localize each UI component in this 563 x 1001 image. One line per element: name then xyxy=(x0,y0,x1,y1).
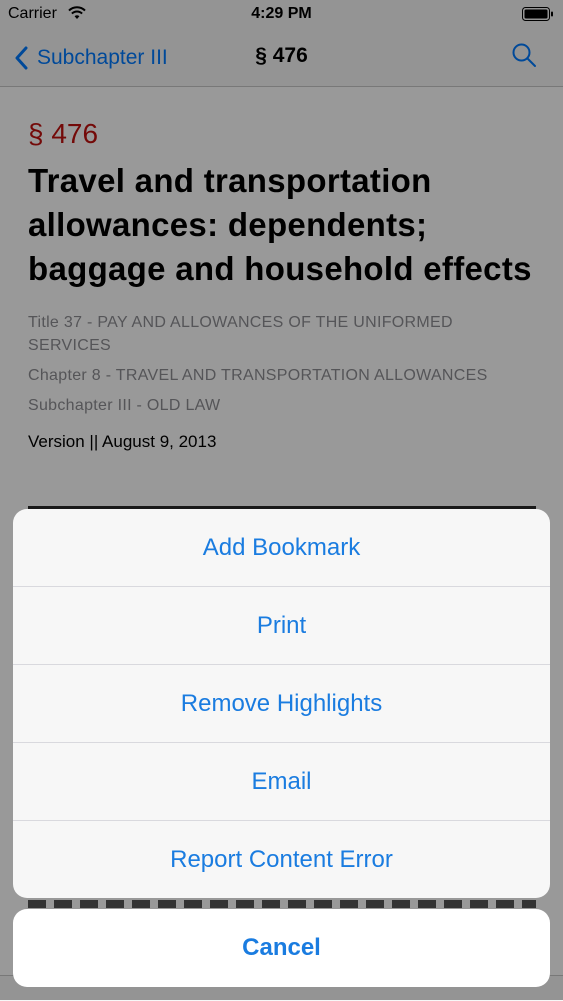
print-button[interactable]: Print xyxy=(13,587,550,665)
report-content-error-button[interactable]: Report Content Error xyxy=(13,821,550,898)
add-bookmark-button[interactable]: Add Bookmark xyxy=(13,509,550,587)
cancel-button[interactable]: Cancel xyxy=(13,909,550,987)
email-button[interactable]: Email xyxy=(13,743,550,821)
remove-highlights-button[interactable]: Remove Highlights xyxy=(13,665,550,743)
action-sheet: Add Bookmark Print Remove Highlights Ema… xyxy=(13,509,550,898)
